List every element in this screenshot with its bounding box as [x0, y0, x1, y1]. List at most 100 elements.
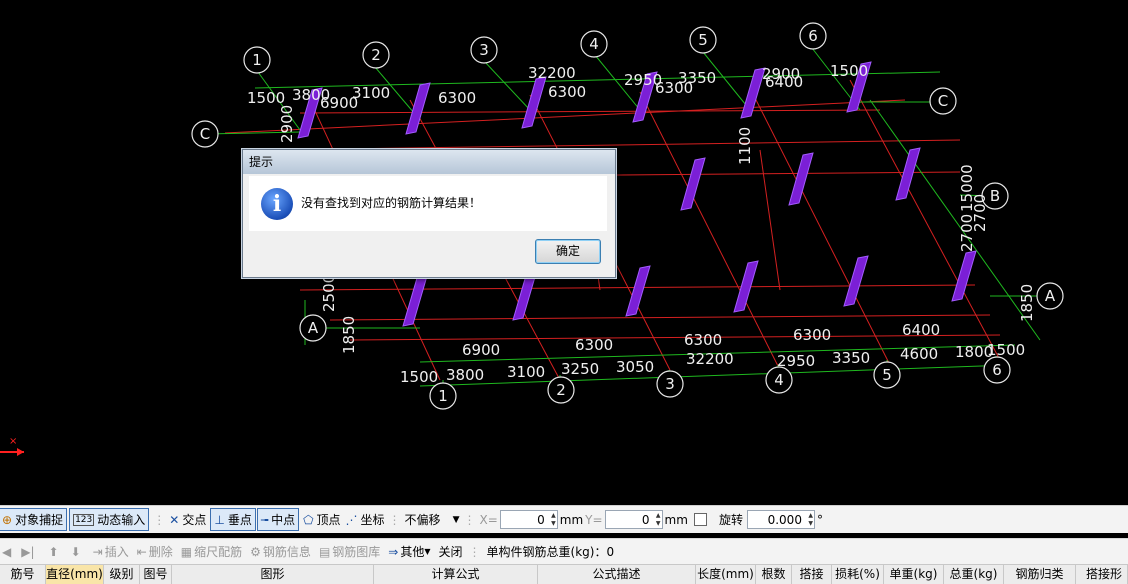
intersection-button[interactable]: 交点	[182, 511, 206, 528]
svg-text:6300: 6300	[575, 336, 613, 354]
svg-text:5: 5	[698, 31, 708, 49]
dialog-message: 没有查找到对应的钢筋计算结果！	[301, 196, 482, 210]
alert-dialog: 提示 i 没有查找到对应的钢筋计算结果！ 确定	[242, 149, 616, 278]
rotate-checkbox[interactable]	[693, 513, 707, 526]
svg-text:6: 6	[808, 27, 818, 45]
y-label: Y=	[585, 512, 603, 527]
svg-text:×: ×	[9, 436, 17, 447]
svg-text:6300: 6300	[548, 83, 586, 101]
y-value: 0	[641, 512, 650, 527]
offset-select[interactable]: 不偏移	[405, 511, 441, 528]
last-icon[interactable]: ▶|	[21, 545, 34, 559]
info-icon: i	[261, 188, 293, 220]
rebar-library-icon: ▤	[318, 544, 331, 559]
coordinate-icon: ⋰	[345, 512, 358, 527]
x-value: 0	[537, 512, 545, 527]
rotate-input[interactable]: 0.000	[746, 510, 815, 529]
svg-text:6300: 6300	[438, 89, 476, 107]
svg-text:A: A	[1045, 287, 1056, 305]
x-input[interactable]: 0	[499, 510, 558, 529]
col-rebar-no[interactable]: 筋号	[0, 565, 46, 584]
svg-text:3100: 3100	[507, 363, 545, 381]
col-formula[interactable]: 计算公式	[374, 565, 538, 584]
svg-text:6300: 6300	[793, 326, 831, 344]
x-unit: mm	[559, 512, 584, 527]
svg-text:B: B	[990, 187, 1000, 205]
snap-icon: ⊕	[2, 512, 13, 527]
svg-text:6900: 6900	[462, 341, 500, 359]
svg-text:3250: 3250	[561, 360, 599, 378]
rotate-label: 旋转	[718, 513, 743, 527]
chevron-down-icon[interactable]: ▼	[453, 515, 460, 525]
insert-button[interactable]: 插入	[105, 543, 129, 560]
close-button[interactable]: 关闭	[439, 543, 463, 560]
col-total-weight[interactable]: 总重(kg)	[944, 565, 1004, 584]
x-label: X=	[479, 512, 498, 527]
intersection-icon: ✕	[169, 512, 180, 527]
svg-text:3050: 3050	[616, 358, 654, 376]
insert-icon: ⇥	[92, 544, 103, 559]
svg-text:1500: 1500	[400, 368, 438, 386]
perpendicular-label: 垂点	[227, 513, 252, 527]
svg-text:1500: 1500	[987, 341, 1025, 359]
move-down-icon[interactable]: ⬇	[71, 545, 81, 559]
scale-rebar-icon: ▦	[180, 544, 193, 559]
svg-text:A: A	[308, 319, 319, 337]
col-figure-no[interactable]: 图号	[140, 565, 172, 584]
svg-text:2900: 2900	[762, 65, 800, 83]
svg-text:C: C	[200, 125, 210, 143]
svg-text:1500: 1500	[247, 89, 285, 107]
3d-viewport[interactable]: 1 2 3 4 5 6 1 2 3 4 5 6 C C B A A 1500 3…	[0, 0, 1128, 503]
other-button[interactable]: 其他	[400, 543, 424, 560]
svg-text:6400: 6400	[902, 321, 940, 339]
col-lap[interactable]: 搭接	[792, 565, 832, 584]
dialog-title: 提示	[243, 150, 615, 174]
y-input[interactable]: 0	[604, 510, 663, 529]
ok-button[interactable]: 确定	[535, 239, 601, 264]
degree-symbol: °	[816, 512, 823, 527]
scale-rebar-button[interactable]: 缩尺配筋	[194, 543, 242, 560]
chevron-down-icon[interactable]: ▼	[424, 547, 430, 556]
midpoint-button[interactable]: ╼ 中点	[256, 508, 300, 531]
rebar-library-button[interactable]: 钢筋图库	[332, 543, 380, 560]
col-unit-weight[interactable]: 单重(kg)	[884, 565, 944, 584]
perpendicular-button[interactable]: ⊥ 垂点	[210, 508, 256, 531]
delete-button[interactable]: 删除	[149, 543, 173, 560]
svg-text:32200: 32200	[686, 350, 734, 368]
vertex-button[interactable]: 顶点	[317, 511, 341, 528]
svg-text:2950: 2950	[777, 352, 815, 370]
svg-text:1100: 1100	[736, 127, 754, 165]
col-rebar-category[interactable]: 钢筋归类	[1004, 565, 1076, 584]
svg-text:C: C	[938, 92, 948, 110]
top-dimension-labels: 1500 3800 6900 3100 6300 32200 6300 2950…	[247, 62, 868, 112]
svg-text:5: 5	[882, 366, 892, 384]
col-lap-type[interactable]: 搭接形式	[1076, 565, 1128, 584]
coordinate-button[interactable]: 坐标	[361, 511, 385, 528]
y-unit: mm	[664, 512, 688, 527]
svg-text:3: 3	[665, 375, 675, 393]
svg-text:4: 4	[774, 371, 784, 389]
col-shape[interactable]: 图形	[172, 565, 374, 584]
col-grade[interactable]: 级别	[104, 565, 140, 584]
svg-text:1500: 1500	[830, 62, 868, 80]
prev-icon[interactable]: ◀	[2, 545, 11, 559]
svg-text:1850: 1850	[1018, 284, 1036, 322]
rebar-toolbar: ◀ ▶| ⬆ ⬇ ⇥ 插入 ⇤ 删除 ▦ 缩尺配筋 ⚙ 钢筋信息 ▤ 钢筋图库 …	[0, 538, 1128, 564]
midpoint-label: 中点	[271, 513, 296, 527]
rebar-info-button[interactable]: 钢筋信息	[263, 543, 311, 560]
rebar-table-header: 筋号 直径(mm) 级别 图号 图形 计算公式 公式描述 长度(mm) 根数 搭…	[0, 564, 1128, 584]
dynamic-input-button[interactable]: 123 动态输入	[69, 508, 150, 531]
col-length[interactable]: 长度(mm)	[696, 565, 756, 584]
svg-text:1850: 1850	[340, 316, 358, 354]
move-up-icon[interactable]: ⬆	[49, 545, 59, 559]
origin-axis-icon: ×	[0, 436, 24, 456]
object-snap-button[interactable]: ⊕ 对象捕捉	[0, 508, 68, 531]
col-loss[interactable]: 损耗(%)	[832, 565, 884, 584]
svg-text:3350: 3350	[678, 69, 716, 87]
col-count[interactable]: 根数	[756, 565, 792, 584]
dialog-body: i 没有查找到对应的钢筋计算结果！	[249, 176, 607, 231]
col-diameter[interactable]: 直径(mm)	[46, 565, 104, 584]
col-formula-desc[interactable]: 公式描述	[538, 565, 696, 584]
midpoint-icon: ╼	[260, 512, 269, 527]
svg-text:6300: 6300	[684, 331, 722, 349]
